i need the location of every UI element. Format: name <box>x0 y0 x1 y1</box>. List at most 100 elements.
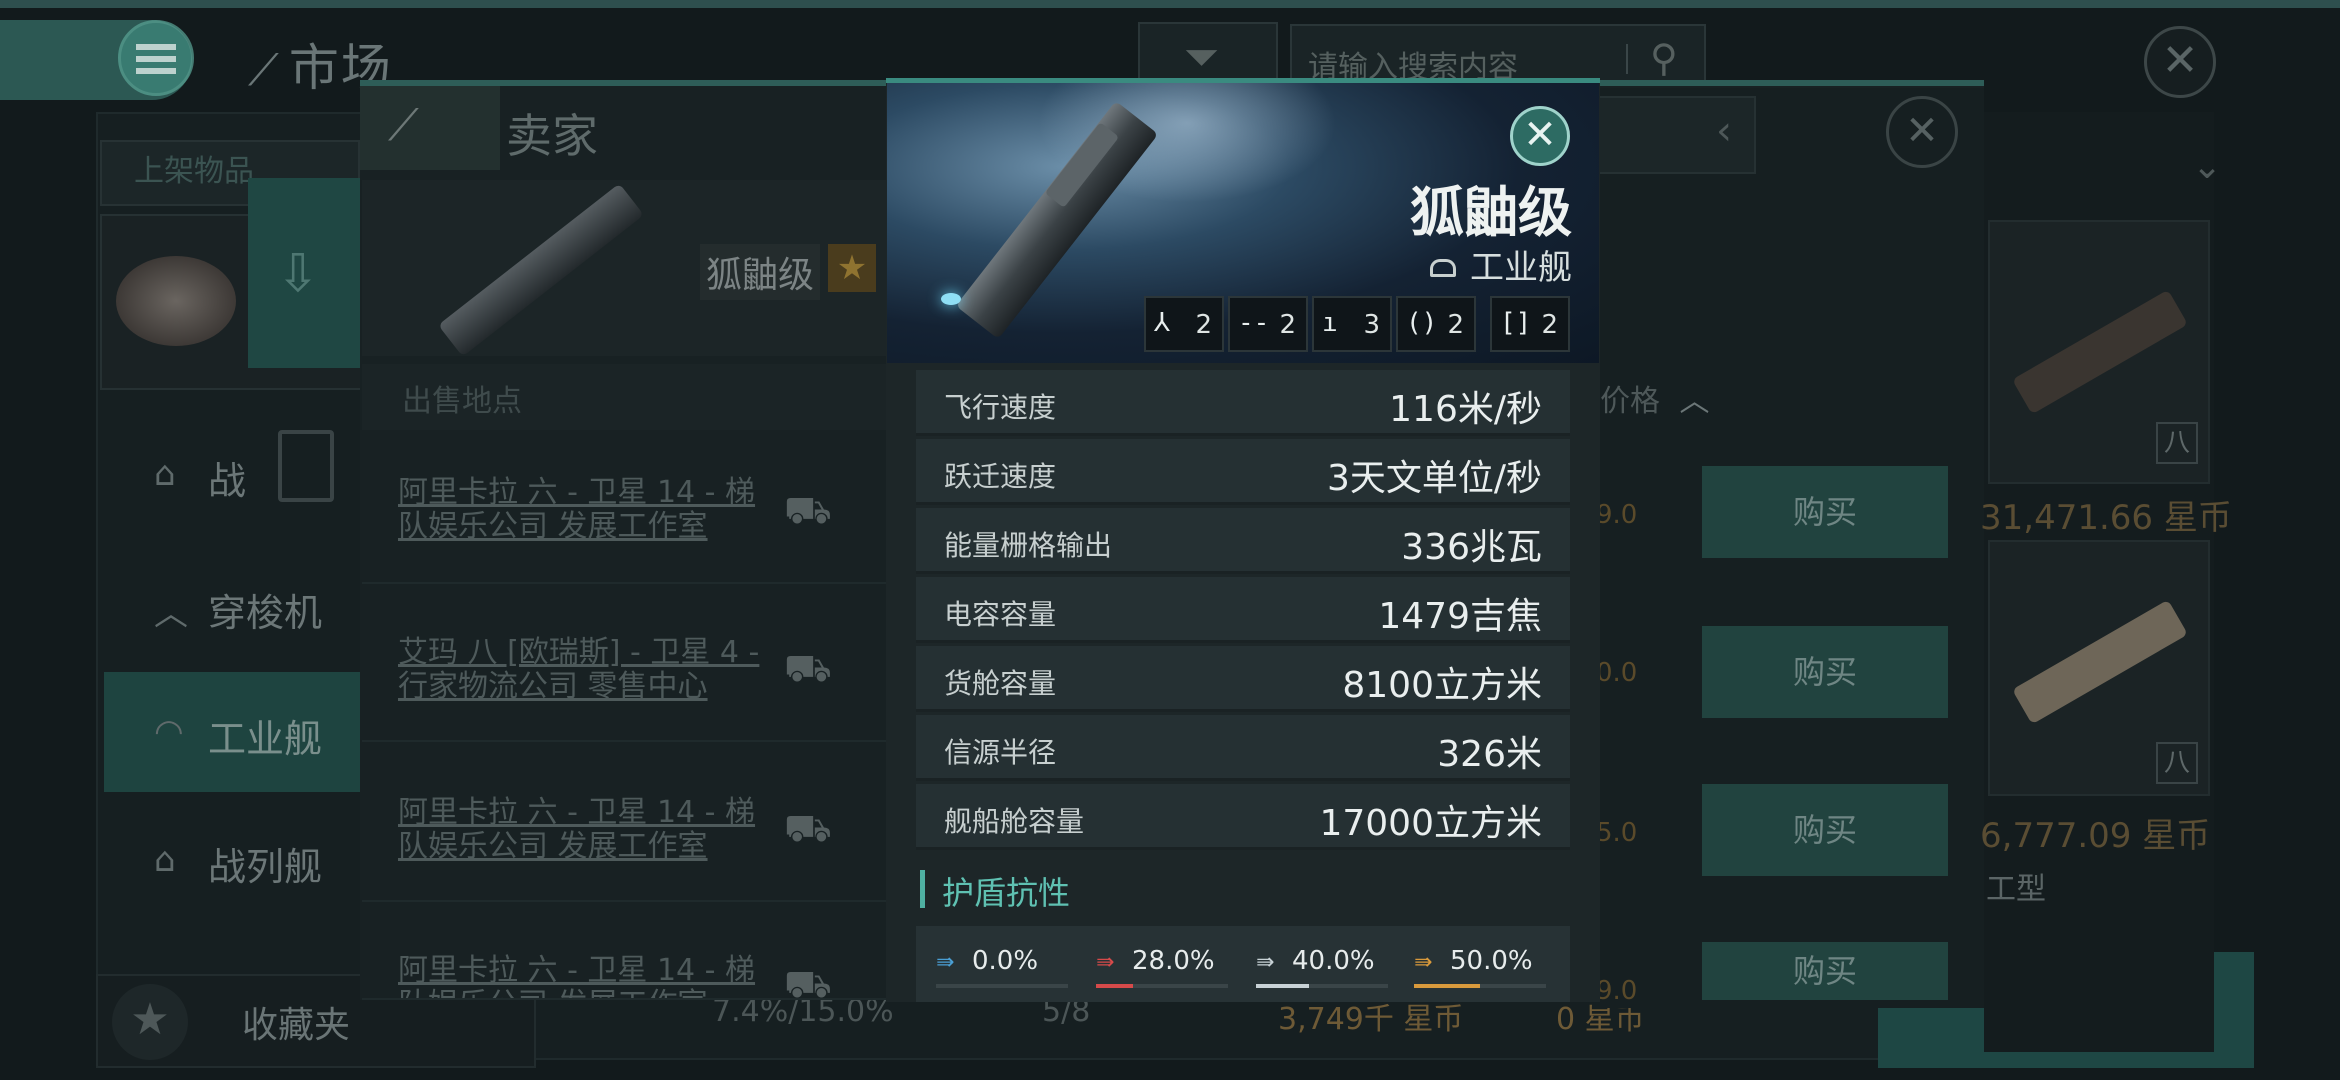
hamburger-icon-bar <box>136 56 176 62</box>
stat-value: 3天文单位/秒 <box>1326 458 1542 499</box>
star-icon: ★ <box>112 984 188 1060</box>
industrial-icon: ◠ <box>154 712 184 752</box>
seller-title: 卖家 <box>506 109 598 163</box>
stat-label: 电容容量 <box>944 598 1057 631</box>
ship-thumbnail <box>438 183 644 357</box>
slot-count: 2 <box>1447 310 1464 340</box>
rig-slot-glyph: () <box>1406 308 1438 338</box>
location-link[interactable]: 阿里卡拉 六 - 卫星 14 - 梯队娱乐公司 发展工作室 <box>398 476 778 544</box>
search-icon[interactable]: ⚲ <box>1650 36 1678 80</box>
section-marker <box>920 870 925 908</box>
high-slot-glyph: ⅄ <box>1154 308 1170 338</box>
stat-label: 跃迁速度 <box>944 460 1057 493</box>
buy-button[interactable]: 购买 <box>1702 466 1948 558</box>
ship-class: 工业舰 <box>1200 240 1572 289</box>
chevron-down-icon[interactable]: ⌄ <box>2192 146 2222 187</box>
price-value: 9.0 <box>1596 500 1638 530</box>
nav-label: 工业舰 <box>208 717 323 761</box>
location-header-label: 出售地点 <box>402 384 522 419</box>
search-divider <box>1626 44 1628 74</box>
nav-label: 战 <box>208 459 247 503</box>
stat-value: 8100立方米 <box>1342 665 1542 706</box>
price-header[interactable]: 价格 ︿ <box>1600 376 1710 420</box>
stat-row-flight-speed: 飞行速度 116米/秒 <box>916 370 1570 436</box>
price-value: 0.0 <box>1596 658 1638 688</box>
frigate-icon: ⌂ <box>154 454 176 494</box>
shield-resist-title: 护盾抗性 <box>942 874 1071 912</box>
ship-name: 狐鼬级 <box>1410 181 1572 244</box>
mid-slot-icon: -- 2 <box>1228 296 1308 352</box>
resist-value: 28.0% <box>1132 946 1215 976</box>
resist-value: 0.0% <box>972 946 1039 976</box>
subsystem-slot-glyph: [] <box>1500 308 1532 338</box>
slot-count: 2 <box>1195 310 1212 340</box>
close-seller-button[interactable]: ✕ <box>1886 96 1958 168</box>
buy-button[interactable]: 购买 <box>1702 626 1948 718</box>
slot-count: 2 <box>1279 310 1296 340</box>
kinetic-resist: ⇛ 40.0% <box>1256 946 1375 976</box>
stat-value: 326米 <box>1437 734 1542 775</box>
stat-row-powergrid: 能量栅格输出 336兆瓦 <box>916 508 1570 574</box>
filter-icon: ⏷ <box>1184 32 1220 83</box>
favorites-label: 收藏夹 <box>242 1005 351 1046</box>
low-slot-glyph: ı <box>1322 308 1338 338</box>
stat-value: 116米/秒 <box>1389 389 1542 430</box>
route-icon[interactable]: ⛟ <box>784 806 832 856</box>
location-link[interactable]: 艾玛 八 [欧瑞斯] - 卫星 4 - 行家物流公司 零售中心 <box>398 636 778 704</box>
ship-thumbnail <box>2012 599 2188 725</box>
buy-button[interactable]: 购买 <box>1702 784 1948 876</box>
low-slot-icon: ı 3 <box>1312 296 1392 352</box>
seller-ship-name: 狐鼬级 <box>700 244 821 300</box>
thermal-resist-bar <box>1096 984 1228 988</box>
shuttle-icon: ︿ <box>154 594 188 634</box>
tier-badge: 八 <box>2156 422 2198 464</box>
sort-up-icon: ︿ <box>1679 384 1710 419</box>
hamburger-icon <box>136 44 176 50</box>
nav-item-industrial[interactable]: ◠ 工业舰 <box>104 672 362 792</box>
stat-row-ship-bay: 舰船舱容量 17000立方米 <box>916 784 1570 850</box>
thermal-resist: ⇛ 28.0% <box>1096 946 1215 976</box>
location-link[interactable]: 阿里卡拉 六 - 卫星 14 - 梯队娱乐公司 发展工作室 <box>398 796 778 864</box>
em-resist-bar <box>936 984 1068 988</box>
resist-value: 40.0% <box>1292 946 1375 976</box>
nav-item-shuttle[interactable]: ︿ 穿梭机 <box>104 546 362 666</box>
explosive-resist-icon: ⇛ <box>1414 950 1433 975</box>
slot-count: 3 <box>1363 310 1380 340</box>
ship-class-label: 工业舰 <box>1470 248 1572 288</box>
seller-ship-card <box>362 180 902 357</box>
resist-value: 50.0% <box>1450 946 1533 976</box>
listed-items-label: 上架物品 <box>134 154 254 189</box>
nav-item-battleship[interactable]: ⌂ 战列舰 <box>104 800 362 920</box>
ship-subtitle: 工型 <box>1986 872 2046 907</box>
stat-value: 336兆瓦 <box>1401 527 1542 568</box>
favorite-star-icon[interactable]: ★ <box>828 244 876 292</box>
price-header-label: 价格 <box>1600 384 1660 419</box>
battleship-icon: ⌂ <box>154 840 176 880</box>
route-icon[interactable]: ⛟ <box>784 962 832 1012</box>
mid-slot-glyph: -- <box>1238 308 1270 338</box>
route-icon[interactable]: ⛟ <box>784 488 832 538</box>
stat-value: 17000立方米 <box>1319 803 1542 844</box>
close-market-button[interactable]: ✕ <box>2144 26 2216 98</box>
ship-card[interactable]: 八 <box>1988 540 2210 796</box>
close-modal-button[interactable]: ✕ <box>1510 106 1570 166</box>
nav-item-frigate[interactable]: ⌂ 战 <box>104 414 362 534</box>
em-resist: ⇛ 0.0% <box>936 946 1038 976</box>
subsystem-slot-icon: [] 2 <box>1490 296 1570 352</box>
chevron-left-icon[interactable]: ‹ <box>1716 108 1732 154</box>
route-icon[interactable]: ⛟ <box>784 646 832 696</box>
seller-search-field[interactable] <box>1596 96 1756 174</box>
stat-label: 货舱容量 <box>944 667 1057 700</box>
sell-cart-button[interactable]: ⇩ <box>248 178 360 368</box>
stat-label: 信源半径 <box>944 736 1057 769</box>
stat-label: 舰船舱容量 <box>944 805 1085 838</box>
location-link[interactable]: 阿里卡拉 六 - 卫星 14 - 梯队娱乐公司 发展工作室 <box>398 954 778 998</box>
ship-card[interactable]: 八 <box>1988 220 2210 484</box>
buy-button[interactable]: 购买 <box>1702 942 1948 1000</box>
high-slot-icon: ⅄ 2 <box>1144 296 1224 352</box>
stat-row-signature: 信源半径 326米 <box>916 715 1570 781</box>
thermal-resist-icon: ⇛ <box>1096 950 1115 975</box>
rig-slot-icon: () 2 <box>1396 296 1476 352</box>
ship-price: 6,777.09 星币 <box>1980 816 2211 856</box>
seller-tab: ⟋ <box>360 86 500 170</box>
